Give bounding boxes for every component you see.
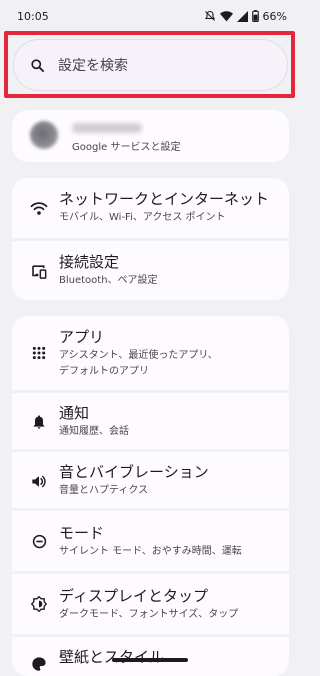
settings-item-title: ネットワークとインターネット	[59, 190, 270, 208]
settings-item-notifications[interactable]: 通知 通知履歴、会話	[12, 393, 289, 449]
wifi-icon	[30, 199, 48, 217]
settings-item-sound[interactable]: 音とバイブレーション 音量とハプティクス	[12, 452, 289, 508]
settings-item-title: モード	[59, 524, 105, 542]
battery-percent: 66%	[262, 9, 287, 23]
settings-item-title: 接続設定	[59, 253, 120, 271]
settings-item-subtitle: アシスタント、最近使ったアプリ、	[59, 350, 218, 361]
status-bar: 10:05 66%	[0, 0, 301, 32]
account-name-blurred	[72, 123, 142, 133]
settings-item-title: 壁紙とスタイル	[59, 648, 165, 666]
settings-item-wallpaper[interactable]: 壁紙とスタイル	[12, 637, 289, 676]
mute-icon	[204, 10, 216, 22]
settings-item-apps[interactable]: アプリ アシスタント、最近使ったアプリ、 デフォルトのアプリ	[12, 316, 289, 390]
connected-devices-icon	[30, 262, 48, 280]
apps-grid-icon	[30, 344, 48, 362]
brightness-icon	[30, 595, 48, 613]
settings-item-subtitle: ダークモード、フォントサイズ、タップ	[59, 609, 239, 620]
settings-item-subtitle: 音量とハプティクス	[59, 485, 149, 496]
account-subtitle: Google サービスと設定	[72, 142, 181, 153]
status-icons: 66%	[204, 10, 287, 23]
settings-item-subtitle: Bluetooth、ペア設定	[59, 275, 158, 286]
settings-item-subtitle: モバイル、Wi-Fi、アクセス ポイント	[59, 212, 226, 223]
avatar	[30, 121, 58, 149]
settings-item-subtitle: デフォルトのアプリ	[59, 366, 149, 377]
signal-icon	[236, 10, 248, 22]
gesture-navigation-handle[interactable]	[112, 658, 188, 662]
settings-item-title: ディスプレイとタップ	[59, 587, 208, 605]
settings-item-modes[interactable]: モード サイレント モード、おやすみ時間、運転	[12, 511, 289, 571]
wifi-icon	[219, 10, 233, 22]
settings-group-network: ネットワークとインターネット モバイル、Wi-Fi、アクセス ポイント 接続設定…	[12, 178, 289, 300]
volume-icon	[30, 472, 48, 490]
settings-item-subtitle: 通知履歴、会話	[59, 426, 129, 437]
google-account-card[interactable]: Google サービスと設定	[12, 110, 289, 162]
settings-item-display[interactable]: ディスプレイとタップ ダークモード、フォントサイズ、タップ	[12, 574, 289, 634]
settings-item-connected-devices[interactable]: 接続設定 Bluetooth、ペア設定	[12, 241, 289, 300]
settings-item-subtitle: サイレント モード、おやすみ時間、運転	[59, 546, 242, 557]
palette-icon	[30, 655, 48, 673]
settings-item-title: 音とバイブレーション	[59, 463, 209, 481]
do-not-disturb-icon	[30, 532, 48, 550]
settings-group-apps: アプリ アシスタント、最近使ったアプリ、 デフォルトのアプリ 通知 通知履歴、会…	[12, 316, 289, 676]
bell-icon	[30, 413, 48, 431]
settings-item-title: 通知	[59, 404, 90, 422]
battery-icon	[251, 10, 259, 22]
settings-item-title: アプリ	[59, 328, 105, 346]
search-highlight-box	[4, 31, 295, 98]
settings-item-network[interactable]: ネットワークとインターネット モバイル、Wi-Fi、アクセス ポイント	[12, 178, 289, 238]
status-time: 10:05	[17, 9, 49, 23]
